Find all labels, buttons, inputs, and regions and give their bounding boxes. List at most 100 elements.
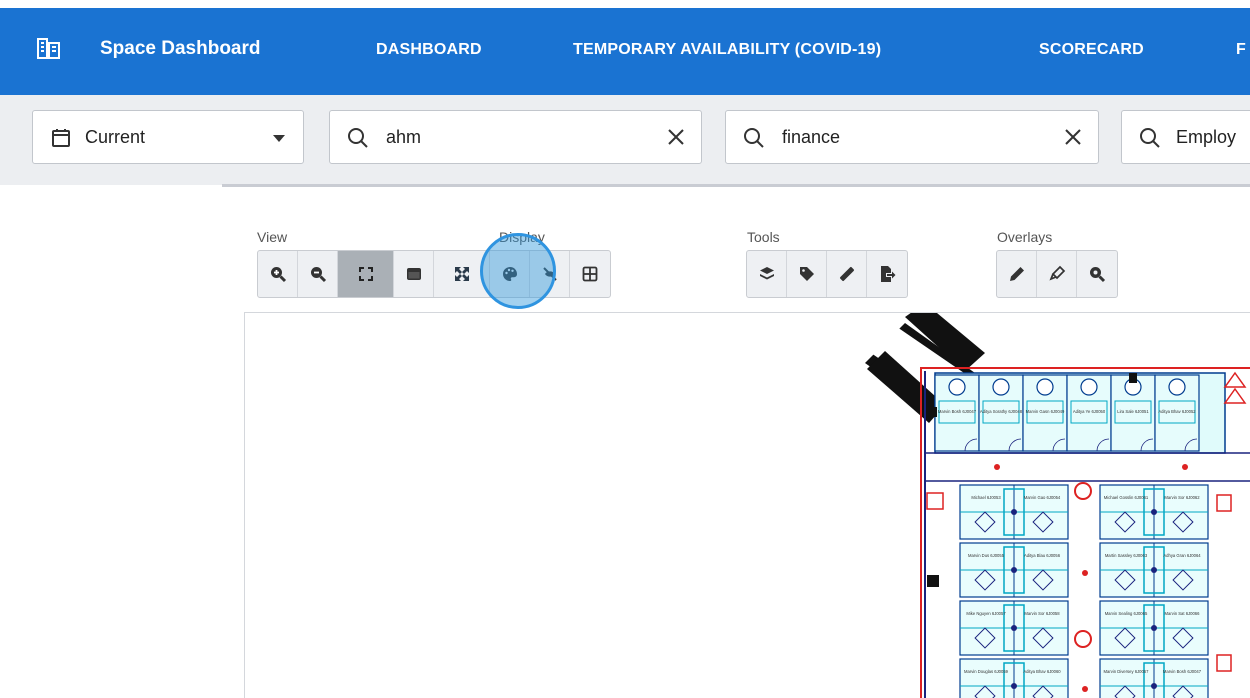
column: [1074, 630, 1092, 648]
seat-label: Marvin Diversey 6J0067: [1104, 669, 1150, 674]
seat-label: Marvin Dus 6J0055: [968, 553, 1005, 558]
fit-extents-button[interactable]: [338, 251, 394, 297]
layers-icon: [759, 267, 774, 280]
zoom-in-icon: [270, 267, 286, 283]
divider: [222, 184, 1250, 187]
app-title[interactable]: Space Dashboard: [100, 38, 261, 60]
seat-label: Lira Sale 6J0051: [1117, 409, 1149, 414]
seat-label: Marvin Bosh 6J0047: [938, 409, 977, 414]
office[interactable]: Aditya Ye 6J0050: [1066, 374, 1112, 452]
desk-cluster[interactable]: Martin Sassley 6J0063 Adhya Gran 6J0064: [1099, 542, 1209, 598]
close-icon[interactable]: [1062, 126, 1084, 148]
tools-toolbar: [746, 250, 908, 298]
highlighter-icon: [1048, 265, 1065, 281]
seat-label: Aditya Bhav 6J0052: [1158, 409, 1196, 414]
chair: [992, 378, 1010, 396]
layers-button[interactable]: [747, 251, 787, 297]
ruler-button[interactable]: [827, 251, 867, 297]
search-input-location[interactable]: ahm: [329, 110, 702, 164]
desk-clusters: Michael 6J0053 Marvin Gao 6J0054 Marvin Du…: [959, 484, 1209, 698]
nav-dashboard[interactable]: DASHBOARD: [376, 41, 482, 59]
desk-cluster[interactable]: Mike Nguyen 6J0057 Marvin Sor 6J0058: [959, 600, 1069, 656]
column-block: [1129, 373, 1137, 383]
group-label-view: View: [257, 229, 288, 245]
desk-cluster[interactable]: Marvin Sealing 6J0065 Marvin Sat 6J0066: [1099, 600, 1209, 656]
close-icon[interactable]: [665, 126, 687, 148]
building-icon[interactable]: [36, 35, 62, 61]
chair: [1080, 378, 1098, 396]
hub: [1151, 567, 1157, 573]
chevron-down-icon[interactable]: [273, 135, 285, 142]
calendar-icon: [49, 126, 73, 150]
search-input-department[interactable]: finance: [725, 110, 1099, 164]
hub: [1011, 509, 1017, 515]
search-value[interactable]: ahm: [386, 127, 421, 148]
fit-extents-icon: [358, 267, 373, 281]
seat-label: Marvin Bosh 6J0047: [1163, 669, 1202, 674]
office[interactable]: Aditya Bhav 6J0052: [1154, 374, 1200, 452]
marker-dot: [1182, 464, 1188, 470]
chair: [1168, 378, 1186, 396]
nav-more[interactable]: F: [1236, 41, 1246, 59]
group-label-tools: Tools: [747, 229, 780, 245]
marker-dot: [994, 464, 1000, 470]
fixture: [1216, 654, 1232, 672]
seat-label: Aditya Sorathy 6J0048: [980, 409, 1023, 414]
seat-label: Adhya Gran 6J0064: [1163, 553, 1201, 558]
hub: [1011, 683, 1017, 689]
seat-label: Michael 6J0053: [971, 495, 1001, 500]
office[interactable]: Lira Sale 6J0051: [1110, 374, 1156, 452]
search-icon: [346, 126, 370, 150]
group-label-overlays: Overlays: [997, 229, 1053, 245]
desk-cluster[interactable]: Marvin Diversey 6J0067 Marvin Bosh 6J0047: [1099, 658, 1209, 698]
seat-label: Aditya Ye 6J0050: [1073, 409, 1106, 414]
seat-label: Martin Sassley 6J0063: [1105, 553, 1148, 558]
nav-temporary-availability[interactable]: TEMPORARY AVAILABILITY (COVID-19): [573, 41, 881, 59]
search-overlay-button[interactable]: [1077, 251, 1117, 297]
desk-cluster[interactable]: Michael Gosslin 6J0061 Marvin Sor 6J0062: [1099, 484, 1209, 540]
period-select[interactable]: Current: [32, 110, 304, 164]
window-icon: [406, 268, 421, 280]
hub: [1011, 567, 1017, 573]
file-export-icon: [881, 266, 896, 282]
highlighter-button[interactable]: [1037, 251, 1077, 297]
fixture: [1216, 494, 1232, 512]
seat-label: Aditya Bhav 6J0060: [1023, 669, 1061, 674]
zoom-out-button[interactable]: [298, 251, 338, 297]
chair: [948, 378, 966, 396]
column-block: [927, 575, 939, 587]
marker-dot: [1082, 570, 1088, 576]
period-value: Current: [85, 127, 146, 147]
seat-label: Marvin Douglas 6J0059: [964, 669, 1009, 674]
search-input-employee[interactable]: Employ: [1121, 110, 1250, 164]
office[interactable]: Marvin Gasn 6J0049: [1022, 374, 1068, 452]
window-button[interactable]: [394, 251, 434, 297]
desk-cluster[interactable]: Marvin Douglas 6J0059 Aditya Bhav 6J0060: [959, 658, 1069, 698]
search-value[interactable]: finance: [782, 127, 840, 148]
zoom-in-button[interactable]: [258, 251, 298, 297]
office[interactable]: Aditya Sorathy 6J0048: [978, 374, 1024, 452]
hub: [1151, 509, 1157, 515]
grid-button[interactable]: [570, 251, 610, 297]
fixture: [926, 492, 944, 510]
tag-button[interactable]: [787, 251, 827, 297]
nav-scorecard[interactable]: SCORECARD: [1039, 41, 1144, 59]
view-display-toolbar: [257, 250, 611, 298]
expand-arrows-icon: [454, 267, 469, 281]
office[interactable]: Marvin Bosh 6J0047: [934, 374, 980, 452]
search-value[interactable]: Employ: [1176, 127, 1236, 148]
export-button[interactable]: [867, 251, 907, 297]
seat-label: Marvin Gasn 6J0049: [1026, 409, 1065, 414]
click-highlight: [480, 233, 556, 309]
desk-cluster[interactable]: Michael 6J0053 Marvin Gao 6J0054: [959, 484, 1069, 540]
hub: [1151, 625, 1157, 631]
overlays-toolbar: [996, 250, 1118, 298]
seat-label: Marvin Sor 6J0058: [1024, 611, 1060, 616]
search-icon: [1138, 126, 1162, 150]
marker-dot: [1082, 686, 1088, 692]
floorplan-canvas[interactable]: Marvin Bosh 6J0047 Aditya Sorathy 6J0048 M…: [244, 312, 1250, 698]
pen-button[interactable]: [997, 251, 1037, 297]
stair-marker: [1223, 371, 1247, 388]
desk-cluster[interactable]: Marvin Dus 6J0055 Aditya Blau 6J0056: [959, 542, 1069, 598]
seat-label: Marvin Sat 6J0066: [1165, 611, 1201, 616]
